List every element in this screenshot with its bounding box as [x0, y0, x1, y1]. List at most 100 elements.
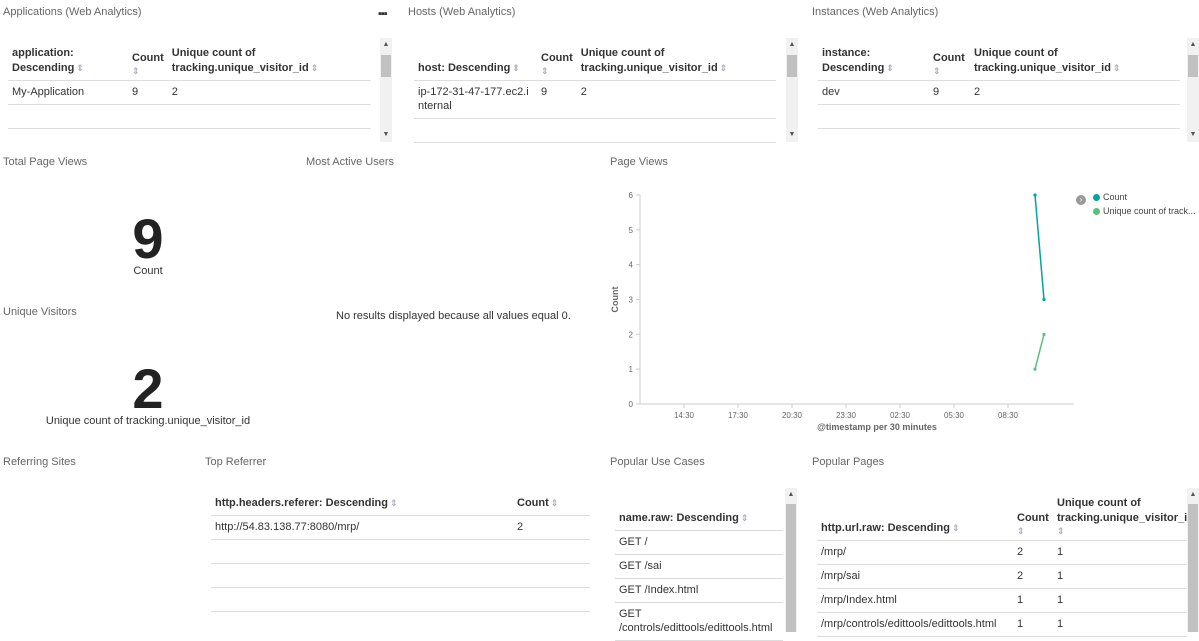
sort-icon[interactable]: ⇕ — [952, 523, 960, 533]
column-header-unique-count[interactable]: Unique count of tracking.unique_visitor_… — [576, 44, 776, 81]
table-row[interactable]: GET /Index.html — [615, 578, 783, 603]
sort-icon[interactable]: ⇕ — [1113, 63, 1121, 73]
sort-icon[interactable]: ⇕ — [551, 498, 559, 508]
sort-icon[interactable]: ⇕ — [720, 63, 728, 73]
column-header-count[interactable]: Count ⇕ — [128, 44, 168, 81]
y-axis-label: Count — [610, 287, 620, 313]
sort-icon[interactable]: ⇕ — [311, 63, 319, 73]
no-results-message: No results displayed because all values … — [336, 310, 571, 322]
legend-item-unique[interactable]: Unique count of track... — [1093, 206, 1199, 216]
scroll-up-icon[interactable]: ▲ — [1187, 40, 1199, 50]
scroll-thumb[interactable] — [1188, 504, 1198, 632]
popular-pages-title: Popular Pages — [812, 456, 885, 468]
table-row[interactable]: ip-172-31-47-177.ec2.internal 9 2 — [414, 80, 776, 119]
scroll-thumb[interactable] — [786, 504, 796, 632]
use-cases-scrollbar[interactable]: ▲ — [785, 488, 797, 632]
top-referrer-title: Top Referrer — [205, 456, 267, 468]
column-header-host[interactable]: host: Descending ⇕ — [414, 44, 537, 81]
column-header-unique-count[interactable]: Unique count of tracking.unique_visitor_… — [1053, 494, 1187, 541]
sort-icon[interactable]: ⇕ — [132, 66, 164, 76]
scroll-thumb[interactable] — [787, 55, 797, 77]
x-tick-label: 08:30 — [998, 411, 1019, 420]
column-header-application[interactable]: application: Descending ⇕ — [8, 44, 128, 81]
applications-panel-title: Applications (Web Analytics) — [3, 6, 142, 18]
table-row[interactable]: My-Application 9 2 — [8, 80, 371, 105]
table-row[interactable]: http://54.83.138.77:8080/mrp/ 2 — [211, 515, 590, 540]
column-header-name[interactable]: name.raw: Descending ⇕ — [615, 509, 783, 531]
instances-scrollbar[interactable]: ▲ ▼ — [1187, 38, 1199, 142]
x-tick-label: 14:30 — [674, 411, 695, 420]
unique-visitors-value: 2 — [132, 357, 164, 420]
y-tick-label: 5 — [629, 226, 634, 235]
column-header-count[interactable]: Count ⇕ — [929, 44, 970, 81]
scroll-up-icon[interactable]: ▲ — [380, 40, 392, 50]
table-row[interactable]: /mrp/sai 2 1 — [817, 564, 1187, 589]
sort-icon[interactable]: ⇕ — [741, 513, 749, 523]
table-row[interactable]: /mrp/2 1 — [817, 540, 1187, 565]
x-tick-label: 02:30 — [890, 411, 911, 420]
total-page-views-title: Total Page Views — [3, 156, 88, 168]
scroll-up-icon[interactable]: ▲ — [785, 490, 797, 500]
popular-pages-scrollbar[interactable]: ▲ — [1187, 488, 1199, 632]
table-row[interactable]: GET / — [615, 530, 783, 555]
scroll-thumb[interactable] — [381, 55, 391, 77]
series-line-1 — [1034, 334, 1045, 370]
column-header-url[interactable]: http.url.raw: Descending ⇕ — [817, 494, 1013, 541]
column-header-count[interactable]: Count ⇕ — [1013, 494, 1053, 541]
table-row[interactable]: GET /sai — [615, 554, 783, 579]
scroll-thumb[interactable] — [1188, 55, 1198, 77]
referring-sites-title: Referring Sites — [3, 456, 76, 468]
total-page-views-label: Count — [133, 265, 163, 277]
popular-pages-table: http.url.raw: Descending ⇕ Count ⇕ Unique … — [817, 494, 1187, 637]
popular-use-cases-title: Popular Use Cases — [610, 456, 705, 468]
sort-icon[interactable]: ⇕ — [76, 63, 84, 73]
table-row[interactable]: /mrp/Index.html 1 1 — [817, 588, 1187, 613]
page-views-chart: 0 1 2 3 4 5 6 14:30 17:30 20:30 23:30 02:30 05:30 08:… — [610, 191, 1074, 432]
instances-panel-title: Instances (Web Analytics) — [812, 6, 939, 18]
y-tick-label: 4 — [629, 261, 634, 270]
chevron-right-icon[interactable]: › — [1076, 195, 1086, 205]
x-tick-label: 17:30 — [728, 411, 749, 420]
sort-icon[interactable]: ⇕ — [933, 66, 966, 76]
sort-icon[interactable]: ⇕ — [390, 498, 398, 508]
x-tick-label: 23:30 — [836, 411, 857, 420]
data-point — [1033, 193, 1037, 197]
table-row[interactable]: GET /controls/edittools/edittools.html — [615, 602, 783, 641]
legend-item-count[interactable]: Count — [1093, 192, 1127, 202]
series-line-0 — [1034, 194, 1045, 300]
column-header-unique-count[interactable]: Unique count of tracking.unique_visitor_… — [167, 44, 371, 81]
top-referrer-table: http.headers.referer: Descending ⇕ Count ⇕… — [211, 494, 590, 612]
sort-icon[interactable]: ⇕ — [541, 66, 573, 76]
column-header-instance[interactable]: instance: Descending ⇕ — [818, 44, 929, 81]
instances-table: instance: Descending ⇕ Count ⇕ Unique coun… — [818, 44, 1180, 129]
ellipsis-icon[interactable]: ▪▪▪ — [378, 8, 388, 20]
total-page-views-value: 9 — [132, 207, 164, 270]
hosts-panel-title: Hosts (Web Analytics) — [408, 6, 516, 18]
sort-icon[interactable]: ⇕ — [512, 63, 520, 73]
scroll-down-icon[interactable]: ▼ — [786, 130, 798, 140]
sort-icon[interactable]: ⇕ — [886, 63, 894, 73]
column-header-unique-count[interactable]: Unique count of tracking.unique_visitor_… — [970, 44, 1180, 81]
y-tick-label: 1 — [629, 365, 634, 374]
applications-scrollbar[interactable]: ▲ ▼ — [380, 38, 392, 142]
column-header-count[interactable]: Count ⇕ — [537, 44, 577, 81]
page-views-title: Page Views — [610, 156, 668, 168]
scroll-up-icon[interactable]: ▲ — [786, 40, 798, 50]
scroll-down-icon[interactable]: ▼ — [1187, 130, 1199, 140]
unique-visitors-label: Unique count of tracking.unique_visitor_… — [45, 415, 251, 427]
data-point — [1042, 297, 1046, 302]
sort-icon[interactable]: ⇕ — [1017, 526, 1049, 536]
column-header-referer[interactable]: http.headers.referer: Descending ⇕ — [211, 494, 513, 516]
x-axis-label: @timestamp per 30 minutes — [817, 422, 937, 432]
sort-icon[interactable]: ⇕ — [1057, 526, 1183, 536]
scroll-down-icon[interactable]: ▼ — [380, 130, 392, 140]
y-tick-label: 2 — [629, 330, 634, 339]
hosts-scrollbar[interactable]: ▲ ▼ — [786, 38, 798, 142]
scroll-up-icon[interactable]: ▲ — [1187, 490, 1199, 500]
data-point — [1042, 332, 1046, 336]
table-row[interactable]: /mrp/controls/edittools/edittools.html 1 1 — [817, 612, 1187, 637]
table-row[interactable]: dev 9 2 — [818, 80, 1180, 105]
data-point — [1033, 367, 1037, 371]
column-header-count[interactable]: Count ⇕ — [513, 494, 590, 516]
y-tick-label: 6 — [629, 191, 634, 200]
